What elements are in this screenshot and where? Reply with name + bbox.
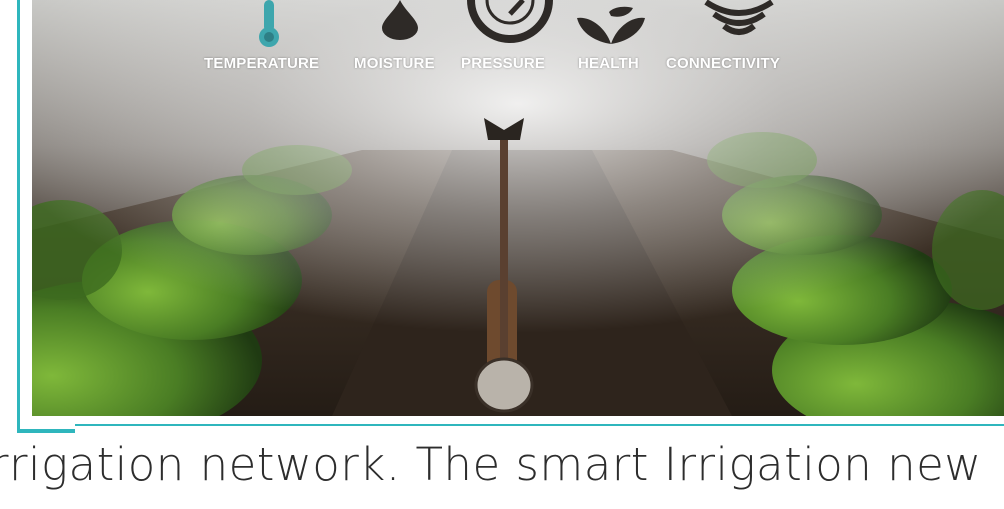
label-moisture: MOISTURE: [354, 55, 435, 72]
irrigation-photo: TEMPERATURE MOISTURE PRESSURE HEALTH CON…: [32, 0, 1004, 416]
frame-left-border: [17, 0, 20, 432]
gauge-icon: [467, 0, 553, 43]
sensor-labels: TEMPERATURE MOISTURE PRESSURE HEALTH CON…: [32, 55, 1004, 79]
label-connectivity: CONNECTIVITY: [666, 55, 781, 72]
label-pressure: PRESSURE: [461, 55, 546, 72]
leaf-icon: [577, 6, 645, 44]
caption-text: rrigation network. The smart Irrigation …: [0, 438, 982, 491]
label-health: HEALTH: [578, 55, 639, 72]
label-temperature: TEMPERATURE: [204, 55, 320, 72]
thermometer-icon: [259, 0, 279, 47]
frame-corner-accent: [17, 429, 75, 433]
frame-bottom-border: [75, 424, 1004, 426]
water-drop-icon: [382, 0, 418, 40]
wifi-icon: [704, 0, 774, 35]
